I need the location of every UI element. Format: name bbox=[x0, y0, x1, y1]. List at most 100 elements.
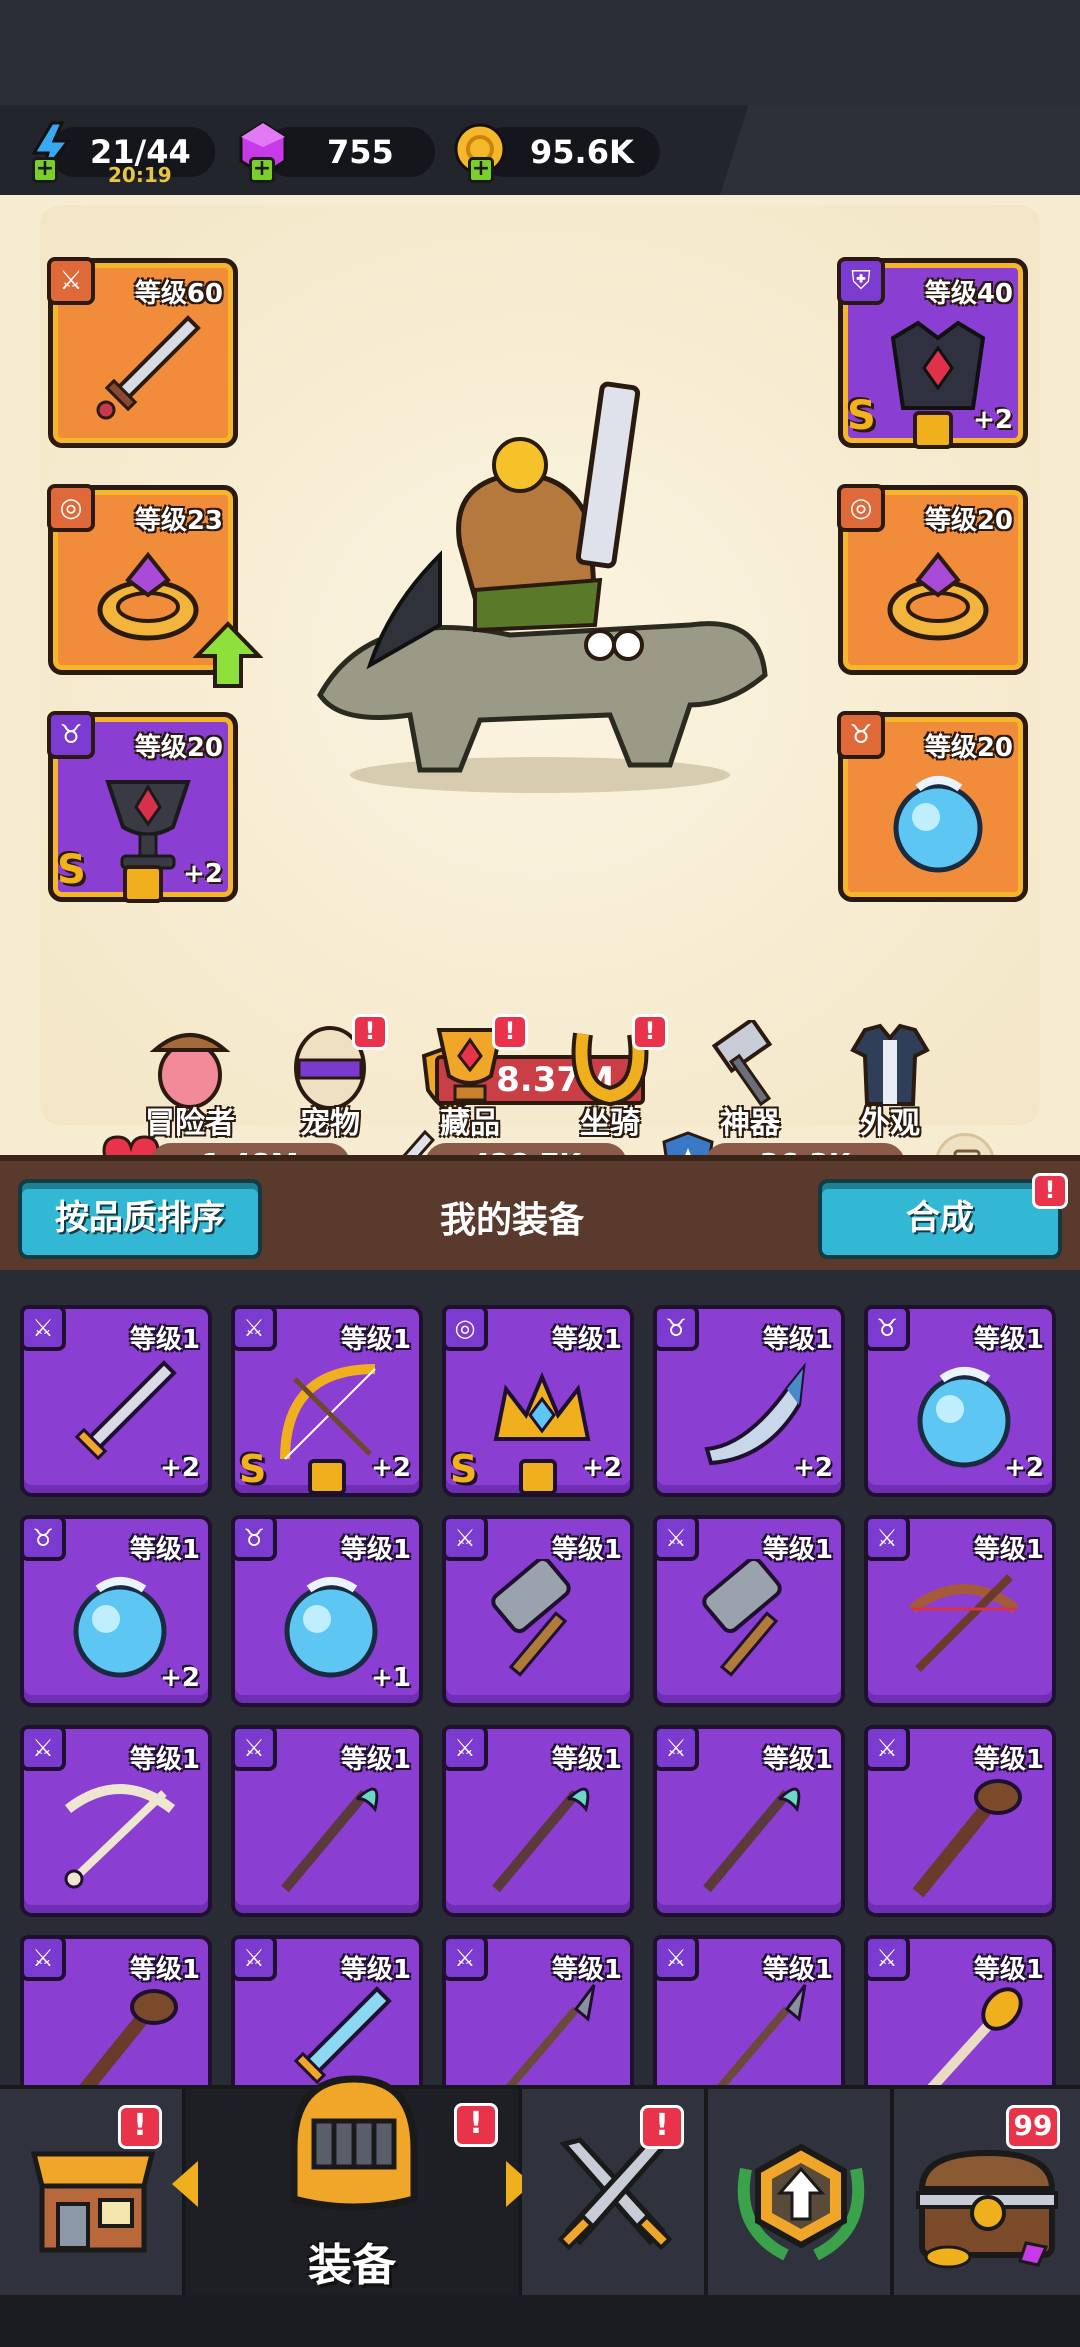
pet-alert-badge: ! bbox=[352, 1014, 388, 1050]
bonus-value: +2 bbox=[183, 859, 223, 889]
necklace-type-icon: ♉ bbox=[47, 711, 95, 759]
equip-slot-ring-2[interactable]: ◎ 等级20 bbox=[837, 484, 1028, 675]
inventory-item[interactable]: ⚔ 等级1 bbox=[864, 1935, 1056, 2085]
equip-slot-armor[interactable]: ⛨ 等级40 S +2 bbox=[837, 257, 1028, 449]
nav-shop[interactable]: ! bbox=[0, 2089, 186, 2299]
orb-type-icon: ♉ bbox=[231, 1515, 277, 1561]
menu-appearance[interactable]: 外观 bbox=[830, 1020, 950, 1141]
menu-pet[interactable]: ! 宠物 bbox=[270, 1014, 390, 1141]
inventory-item[interactable]: ♉ 等级1 +2 bbox=[864, 1305, 1056, 1497]
chest-count-badge: 99 bbox=[1006, 2105, 1060, 2149]
inventory-item[interactable]: ⚔ 等级1 bbox=[442, 1935, 634, 2085]
inventory-item[interactable]: ⚔ 等级1 bbox=[653, 1935, 845, 2085]
menu-label: 坐骑 bbox=[580, 1106, 640, 1141]
bottom-nav: ! ! 装备 ! 99 bbox=[0, 2075, 1080, 2299]
nav-equipment-label: 装备 bbox=[308, 2240, 396, 2291]
inventory-item[interactable]: ⚔ 等级1 bbox=[20, 1725, 212, 1917]
torch-icon bbox=[927, 1987, 1023, 2085]
add-energy-icon[interactable]: + bbox=[32, 157, 58, 183]
lock-icon bbox=[519, 1459, 557, 1495]
inventory-item[interactable]: ♉ 等级1 +1 bbox=[231, 1515, 423, 1707]
nav-battle[interactable]: ! bbox=[522, 2089, 708, 2299]
lock-icon bbox=[913, 411, 953, 449]
sword-type-icon: ⚔ bbox=[47, 257, 95, 305]
inventory-item[interactable]: ⚔ 等级1 S +2 bbox=[231, 1305, 423, 1497]
menu-adventurer[interactable]: 冒险者 bbox=[130, 1020, 250, 1141]
torch-type-icon: ⚔ bbox=[864, 1935, 910, 1981]
sort-by-quality-button[interactable]: 按品质排序 bbox=[18, 1179, 262, 1259]
inventory-item[interactable]: ⚔ 等级1 bbox=[653, 1515, 845, 1707]
menu-label: 藏品 bbox=[440, 1106, 500, 1141]
shop-icon bbox=[30, 2151, 156, 2253]
club-type-icon: ⚔ bbox=[20, 1935, 66, 1981]
lock-icon bbox=[308, 1459, 346, 1495]
menu-mount[interactable]: ! 坐骑 bbox=[550, 1014, 670, 1141]
inventory-item[interactable]: ⚔ 等级1 bbox=[231, 1725, 423, 1917]
coin-value: 95.6K bbox=[530, 133, 634, 171]
status-bar bbox=[0, 0, 1080, 105]
bonus-value: +1 bbox=[371, 1663, 411, 1693]
ring-type-icon: ◎ bbox=[47, 484, 95, 532]
adventurer-icon bbox=[149, 1033, 231, 1109]
bonus-value: +2 bbox=[160, 1663, 200, 1693]
menu-label: 外观 bbox=[860, 1106, 920, 1141]
gem-counter[interactable]: + 755 bbox=[239, 121, 435, 183]
menu-collection[interactable]: ! 藏品 bbox=[410, 1014, 530, 1141]
hammer-type-icon: ⚔ bbox=[653, 1515, 699, 1561]
inventory-header: 按品质排序 我的装备 合成 ! bbox=[0, 1155, 1080, 1270]
slot-level: 等级20 bbox=[134, 733, 223, 763]
crown-type-icon: ◎ bbox=[442, 1305, 488, 1351]
menu-label: 宠物 bbox=[300, 1106, 360, 1141]
inventory-item[interactable]: ◎ 等级1 S +2 bbox=[442, 1305, 634, 1497]
staff-type-icon: ⚔ bbox=[442, 1725, 488, 1771]
battle-alert-badge: ! bbox=[640, 2105, 684, 2149]
inventory-item[interactable]: ⚔ 等级1 bbox=[442, 1725, 634, 1917]
equip-slot-orb[interactable]: ♉ 等级20 bbox=[837, 711, 1028, 902]
nav-upgrade[interactable] bbox=[708, 2089, 894, 2299]
staff-type-icon: ⚔ bbox=[231, 1725, 277, 1771]
energy-counter[interactable]: + 21/44 20:19 bbox=[31, 121, 215, 185]
hammer-icon bbox=[702, 1559, 782, 1677]
coin-counter[interactable]: + 95.6K bbox=[454, 123, 660, 183]
inventory-item[interactable]: ⚔ 等级1 bbox=[864, 1515, 1056, 1707]
outfit-icon bbox=[850, 1023, 930, 1106]
equipment-alert-badge: ! bbox=[454, 2103, 498, 2147]
inventory-item[interactable]: ♉ 等级1 +2 bbox=[653, 1305, 845, 1497]
hero-character bbox=[317, 381, 768, 793]
equip-slot-chalice[interactable]: ♉ 等级20 S +2 bbox=[47, 711, 238, 903]
inventory-title: 我的装备 bbox=[440, 1200, 585, 1241]
slot-level: 等级60 bbox=[134, 279, 223, 309]
equip-slot-ring[interactable]: ◎ 等级23 bbox=[47, 484, 263, 688]
inventory-item[interactable]: ⚔ 等级1 bbox=[864, 1725, 1056, 1917]
add-coins-icon[interactable]: + bbox=[468, 157, 494, 183]
merge-button[interactable]: 合成 bbox=[818, 1179, 1062, 1259]
bonus-value: +2 bbox=[582, 1453, 622, 1483]
menu-artifact[interactable]: 神器 bbox=[690, 1020, 810, 1141]
energy-timer: 20:19 bbox=[108, 163, 172, 187]
crossed-swords-icon bbox=[557, 2137, 673, 2251]
inventory-item[interactable]: ⚔ 等级1 bbox=[231, 1935, 423, 2085]
mount-alert-badge: ! bbox=[632, 1014, 668, 1050]
inventory-item[interactable]: ♉ 等级1 +2 bbox=[20, 1515, 212, 1707]
equip-slot-weapon[interactable]: ⚔ 等级60 bbox=[47, 257, 238, 448]
inventory-item[interactable]: ⚔ 等级1 +2 bbox=[20, 1305, 212, 1497]
ring-icon bbox=[887, 551, 989, 641]
upgrade-emblem-icon bbox=[737, 2143, 865, 2261]
icesword-type-icon: ⚔ bbox=[231, 1935, 277, 1981]
armor-type-icon: ⛨ bbox=[837, 257, 885, 305]
inventory-item[interactable]: ⚔ 等级1 bbox=[442, 1515, 634, 1707]
inventory-item[interactable]: ⚔ 等级1 bbox=[20, 1935, 212, 2085]
collection-alert-badge: ! bbox=[492, 1014, 528, 1050]
system-nav-bar bbox=[0, 2295, 1080, 2347]
add-gems-icon[interactable]: + bbox=[249, 157, 275, 183]
staff-icon bbox=[703, 1787, 801, 1893]
hammer-type-icon: ⚔ bbox=[442, 1515, 488, 1561]
inventory-item[interactable]: ⚔ 等级1 bbox=[653, 1725, 845, 1917]
hammer-icon bbox=[491, 1559, 571, 1677]
gem-value: 755 bbox=[327, 133, 394, 171]
nav-treasure[interactable]: 99 bbox=[894, 2089, 1080, 2299]
nav-equipment[interactable]: ! 装备 bbox=[172, 2075, 532, 2299]
upgrade-arrow-icon[interactable] bbox=[193, 620, 263, 690]
rank-s-badge: S bbox=[57, 847, 86, 893]
horn-type-icon: ♉ bbox=[653, 1305, 699, 1351]
